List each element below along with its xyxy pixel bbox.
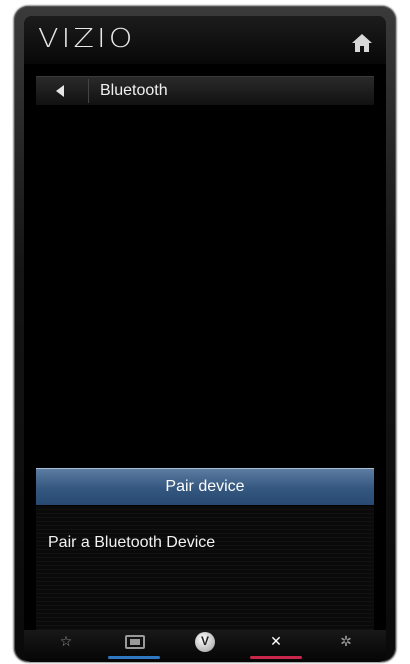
star-icon: ☆	[59, 634, 73, 650]
description-text: Pair a Bluetooth Device	[48, 534, 216, 551]
favorites-button[interactable]: ☆	[36, 630, 96, 662]
page-title: Bluetooth	[100, 82, 168, 99]
widescreen-button[interactable]	[104, 630, 164, 662]
settings-button[interactable]: ✲	[316, 630, 376, 662]
vizio-v-button[interactable]: V	[175, 630, 235, 662]
vizio-logo: VIZIO	[38, 24, 136, 54]
pair-device-label: Pair device	[165, 478, 245, 495]
back-button[interactable]	[36, 77, 96, 105]
divider	[88, 79, 89, 103]
description-panel: Pair a Bluetooth Device	[36, 506, 374, 634]
exit-button[interactable]: ✕	[246, 630, 306, 662]
back-arrow-icon	[56, 85, 64, 97]
blue-accent-line	[108, 656, 160, 659]
title-bar: Bluetooth	[36, 76, 374, 105]
widescreen-icon	[125, 635, 145, 649]
header: VIZIO	[24, 16, 386, 64]
bottom-nav: ☆ V ✕ ✲	[24, 630, 386, 662]
screen: VIZIO Bluetooth Pair device Pair a Bluet…	[24, 16, 386, 662]
pair-device-button[interactable]: Pair device	[36, 468, 374, 505]
close-icon: ✕	[270, 634, 282, 650]
vizio-v-icon: V	[195, 632, 215, 652]
red-accent-line	[250, 656, 302, 659]
home-icon[interactable]	[350, 31, 374, 55]
settings-icon: ✲	[340, 634, 352, 650]
tv-remote-app-frame: VIZIO Bluetooth Pair device Pair a Bluet…	[14, 6, 396, 662]
